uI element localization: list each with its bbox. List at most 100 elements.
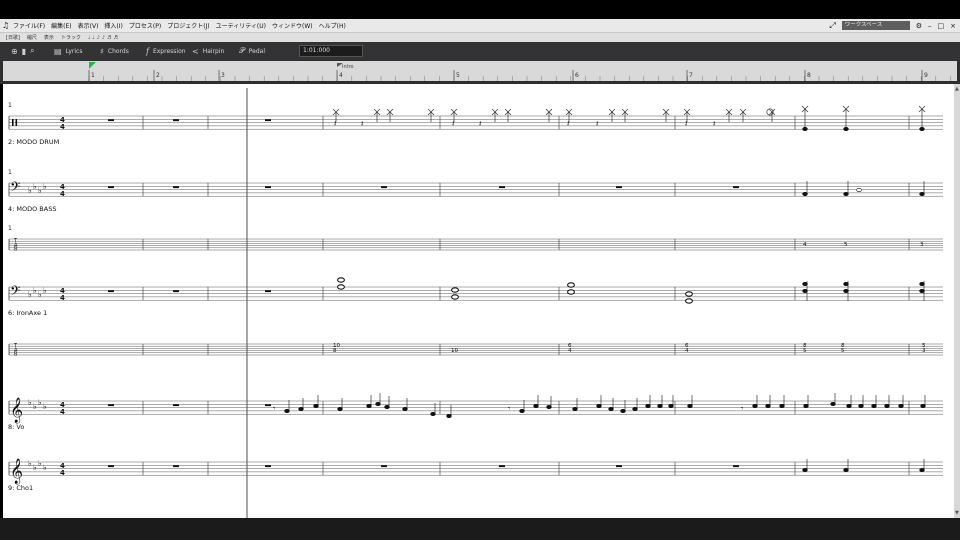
percussion-clef-icon — [15, 119, 18, 126]
workspace-selector[interactable]: ワークスペース — [841, 21, 910, 30]
key-flat-icon: ♭ — [33, 402, 37, 411]
whole-rest — [265, 404, 271, 407]
note-head — [402, 406, 408, 411]
note-head — [752, 403, 758, 408]
menu-process[interactable]: プロセス(P) — [129, 21, 161, 30]
note-head — [846, 403, 852, 408]
resize-arrows-icon[interactable]: ⤢ — [829, 21, 835, 31]
menu-window[interactable]: ウィンドウ(W) — [272, 21, 313, 30]
scroll-down-icon[interactable]: ▼ — [955, 510, 959, 516]
whole-note-chord — [451, 287, 459, 293]
tab-fret-number: 4 — [685, 348, 689, 354]
note-head — [830, 401, 836, 406]
expression-icon: f — [146, 46, 149, 56]
ruler-ticks: Intro 1 2 3 4 5 6 7 8 9 — [88, 62, 951, 81]
percussion-clef-icon — [12, 119, 14, 126]
note-head — [898, 403, 904, 408]
tab-fret-number: 3 — [920, 242, 924, 248]
note-head — [668, 403, 674, 408]
whole-note-chord — [337, 277, 345, 283]
score-view[interactable]: 1 4 4 2: MODO DRUM 1 𝄢 ♭ ♭ ♭ ♭ 4 4 4: MODO BASS 1 T A B 𝄢… — [3, 84, 954, 518]
key-flat-icon: ♭ — [28, 398, 32, 407]
note-head — [843, 282, 849, 287]
tab-fret-number: 3 — [922, 348, 926, 354]
whole-rest — [108, 404, 114, 407]
menu-insert[interactable]: 挿入(I) — [104, 21, 122, 30]
whole-rest — [616, 186, 622, 189]
drum-rest-icon: 𝄽 — [361, 119, 364, 128]
menu-view[interactable]: 表示(V) — [78, 21, 99, 30]
whole-rest — [108, 119, 114, 122]
tab-fret-number: 4 — [803, 242, 807, 248]
key-flat-icon: ♭ — [43, 182, 47, 191]
menu-help[interactable]: ヘルプ(H) — [319, 21, 346, 30]
note-duration-icons[interactable]: ♩♩♪♪♬♬ — [88, 35, 120, 41]
note-head — [858, 403, 864, 408]
magnifier-icon[interactable]: ⌕ — [30, 46, 34, 56]
note-head — [533, 403, 539, 408]
menu-utilities[interactable]: ユーティリティ(U) — [216, 21, 266, 30]
drum-rest-icon: 𝄽 — [334, 119, 337, 128]
zoom-tools: ⊕ ▮ ⌕ — [11, 42, 35, 60]
whole-rest — [108, 186, 114, 189]
whole-rest — [381, 465, 387, 468]
scroll-up-icon[interactable]: ▲ — [955, 86, 959, 92]
menu-edit[interactable]: 編集(E) — [51, 21, 71, 30]
hairpin-icon: < — [192, 46, 199, 56]
bottom-bar — [0, 518, 960, 540]
track-number-label: 1 — [8, 169, 12, 176]
whole-rest — [108, 465, 114, 468]
whole-note-chord — [685, 298, 693, 304]
key-flat-icon: ♭ — [33, 463, 37, 472]
tab-fret-number: 5 — [803, 348, 807, 354]
close-button[interactable]: × — [950, 22, 956, 30]
pointer-icon[interactable]: ▮ — [22, 47, 26, 56]
note-head — [384, 404, 390, 409]
menu-project[interactable]: プロジェクト(J) — [167, 21, 209, 30]
drum-rest-icon: 𝄽 — [685, 119, 688, 128]
scale-dropdown[interactable]: 縮尺 — [27, 34, 37, 41]
drum-rest-icon: 𝄽 — [479, 119, 482, 128]
key-flat-icon: ♭ — [38, 459, 42, 468]
drum-rest-icon: 𝄽 — [567, 119, 570, 128]
note-head — [803, 403, 809, 408]
playhead-marker[interactable] — [89, 62, 96, 69]
chords-tool[interactable]: ♯ Chords — [100, 42, 129, 60]
minimize-button[interactable]: – — [928, 22, 932, 30]
vertical-scrollbar[interactable]: ▲ ▼ — [954, 84, 960, 518]
maximize-button[interactable]: □ — [938, 22, 945, 30]
whole-rest — [265, 186, 271, 189]
time-signature-bottom: 4 — [60, 294, 65, 302]
whole-rest — [616, 465, 622, 468]
zoom-icon[interactable]: ⊕ — [11, 47, 18, 56]
chords-icon: ♯ — [100, 46, 104, 56]
time-ruler[interactable]: Intro 1 2 3 4 5 6 7 8 9 — [0, 60, 960, 84]
lyrics-tool[interactable]: ▤ Lyrics — [54, 42, 82, 60]
layout-dropdown[interactable]: [日歌] — [6, 34, 20, 41]
key-flat-icon: ♭ — [38, 398, 42, 407]
display-dropdown[interactable]: 表示 — [44, 34, 54, 41]
note-head — [572, 406, 578, 411]
ruler-band[interactable]: Intro 1 2 3 4 5 6 7 8 9 — [3, 61, 957, 81]
drum-rest-icon: 𝄽 — [452, 119, 455, 128]
track-name-label: 4: MODO BASS — [8, 205, 56, 213]
track-dropdown[interactable]: トラック — [61, 34, 81, 41]
note-head — [802, 192, 808, 197]
time-display[interactable]: 1:01:000 — [299, 45, 363, 57]
lyrics-icon: ▤ — [54, 46, 62, 56]
menu-file[interactable]: ファイル(F) — [13, 21, 45, 30]
expression-tool[interactable]: f Expression — [146, 42, 186, 60]
settings-icon[interactable]: ⚙ — [916, 22, 922, 30]
pedal-tool[interactable]: 𝒫 Pedal — [239, 42, 265, 60]
note-head — [446, 413, 452, 418]
note-head — [519, 408, 525, 413]
note-head — [546, 404, 552, 409]
app-logo-icon[interactable]: ♫ — [2, 21, 9, 30]
key-flat-icon: ♭ — [38, 290, 42, 299]
hairpin-tool[interactable]: < Hairpin — [192, 42, 224, 60]
time-signature-bottom: 4 — [60, 123, 65, 131]
note-head — [430, 411, 436, 416]
note-head — [657, 403, 663, 408]
note-head — [919, 467, 925, 472]
staff-system[interactable]: 1442: MODO DRUM1𝄢 ♭ ♭ ♭ ♭ 444: MODO BASS1TAB𝄢… — [3, 84, 954, 518]
